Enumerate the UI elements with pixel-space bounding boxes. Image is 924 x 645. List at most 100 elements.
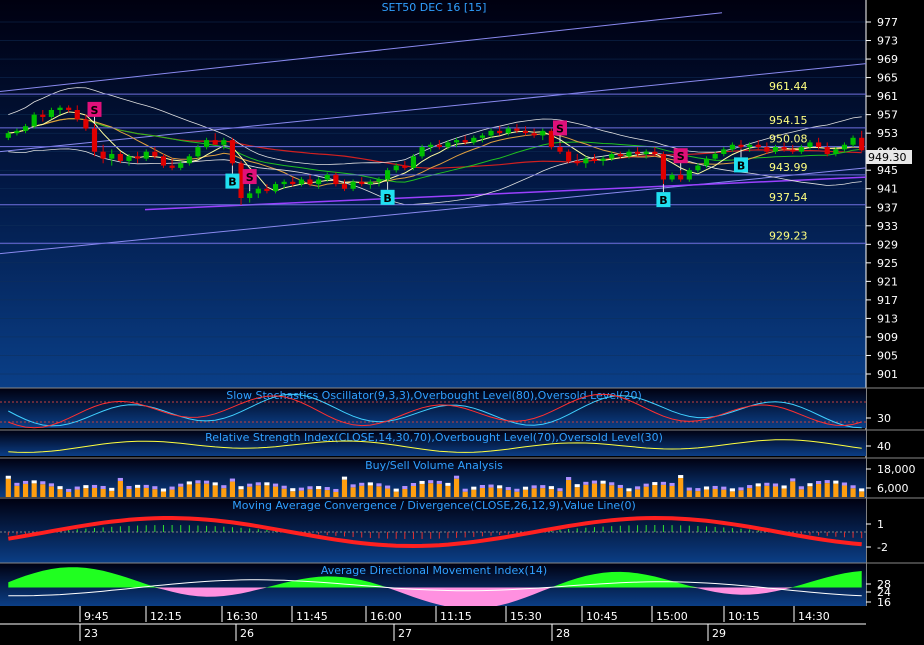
- price-tick-label: 937: [877, 201, 898, 214]
- volume-bar-sell: [712, 488, 718, 497]
- candle-body: [678, 174, 684, 180]
- volume-bar-buy: [316, 486, 322, 490]
- candle-body: [703, 158, 710, 166]
- pane-tick-label: 6,000: [877, 482, 909, 495]
- volume-bar-buy: [790, 478, 796, 482]
- volume-bar-sell: [247, 486, 253, 497]
- candle-body: [522, 130, 529, 134]
- candle-body: [178, 163, 184, 168]
- candle-body: [514, 128, 520, 131]
- volume-bar-sell: [540, 488, 546, 497]
- price-tick-label: 929: [877, 238, 898, 251]
- volume-bar-buy: [359, 482, 365, 486]
- volume-bar-sell: [195, 483, 201, 497]
- volume-bar-sell: [859, 491, 865, 497]
- volume-bar-sell: [410, 485, 417, 497]
- volume-bar-buy: [531, 485, 537, 489]
- volume-bar-sell: [548, 489, 554, 497]
- volume-bar-sell: [316, 489, 322, 497]
- volume-bar-sell: [298, 490, 304, 497]
- volume-bar-sell: [772, 486, 779, 497]
- candle-body: [40, 114, 46, 117]
- volume-bar-buy: [850, 485, 856, 489]
- volume-bar-buy: [160, 488, 167, 492]
- buy-signal-label: B: [737, 159, 745, 172]
- time-label: 15:30: [510, 610, 542, 623]
- volume-bar-buy: [83, 485, 89, 489]
- candle-body: [376, 179, 382, 182]
- volume-bar-sell: [212, 485, 218, 497]
- candle-body: [436, 144, 442, 148]
- level-label: 954.15: [769, 114, 808, 127]
- volume-bar-sell: [109, 490, 115, 497]
- volume-bar-buy: [471, 486, 477, 490]
- sell-signal-label: S: [91, 104, 99, 117]
- candle-body: [126, 156, 132, 161]
- candle-body: [841, 144, 848, 150]
- volume-bar-sell: [721, 489, 727, 497]
- candle-body: [255, 188, 261, 194]
- volume-bar-sell: [807, 486, 813, 497]
- candle-body: [307, 179, 313, 185]
- candle-body: [764, 147, 770, 152]
- volume-bar-sell: [798, 489, 804, 497]
- candle-body: [143, 151, 149, 159]
- volume-bar-sell: [436, 483, 442, 497]
- volume-bar-buy: [462, 488, 468, 492]
- price-pane[interactable]: [0, 0, 866, 388]
- volume-bar-sell: [324, 490, 330, 497]
- candle-body: [686, 170, 692, 180]
- volume-bar-buy: [548, 486, 554, 490]
- buy-signal-label: B: [383, 192, 391, 205]
- candle-body: [264, 188, 270, 192]
- volume-bar-buy: [341, 476, 348, 480]
- volume-bar-buy: [419, 480, 425, 484]
- candle-body: [505, 128, 511, 134]
- pane-tick-label: 18,000: [877, 463, 916, 476]
- candle-body: [772, 147, 779, 152]
- volume-bar-buy: [272, 483, 279, 487]
- volume-bar-buy: [583, 481, 589, 485]
- volume-bar-buy: [634, 486, 641, 490]
- candle-body: [531, 133, 537, 136]
- volume-bar-buy: [31, 480, 37, 484]
- volume-bar-sell: [74, 489, 80, 497]
- volume-bar-buy: [816, 481, 822, 485]
- price-tick-label: 945: [877, 164, 898, 177]
- volume-bar-sell: [824, 483, 830, 497]
- price-tick-label: 969: [877, 53, 898, 66]
- candle-body: [428, 144, 434, 148]
- candle-body: [100, 151, 106, 159]
- volume-bar-sell: [126, 489, 132, 497]
- volume-bar-buy: [678, 475, 684, 479]
- volume-bar-buy: [522, 486, 529, 490]
- candle-body: [557, 147, 563, 152]
- volume-bar-sell: [5, 478, 11, 497]
- volume-bar-buy: [22, 480, 29, 484]
- volume-bar-sell: [186, 484, 192, 497]
- volume-bar-buy: [436, 480, 442, 484]
- volume-bar-sell: [333, 491, 339, 497]
- volume-bar-sell: [83, 488, 89, 497]
- candle-body: [859, 137, 865, 151]
- price-tick-label: 933: [877, 220, 898, 233]
- volume-bar-sell: [531, 488, 537, 497]
- candle-body: [316, 179, 322, 185]
- last-price-label: 949.30: [868, 151, 907, 164]
- volume-bar-buy: [729, 488, 735, 492]
- volume-bar-buy: [40, 481, 46, 485]
- volume-bar-sell: [591, 483, 598, 497]
- volume-bar-buy: [152, 486, 158, 490]
- date-label: 27: [398, 627, 412, 640]
- volume-bar-buy: [229, 478, 236, 482]
- candle-body: [83, 119, 89, 129]
- time-label: 12:15: [150, 610, 182, 623]
- volume-bar-sell: [747, 488, 753, 497]
- candle-body: [591, 158, 598, 161]
- volume-bar-buy: [255, 482, 261, 486]
- time-label: 11:45: [296, 610, 328, 623]
- volume-bar-sell: [290, 491, 296, 497]
- candle-body: [419, 147, 425, 157]
- candle-body: [738, 144, 744, 148]
- chart-canvas[interactable]: 9779739699659619579539499459419379339299…: [0, 0, 924, 641]
